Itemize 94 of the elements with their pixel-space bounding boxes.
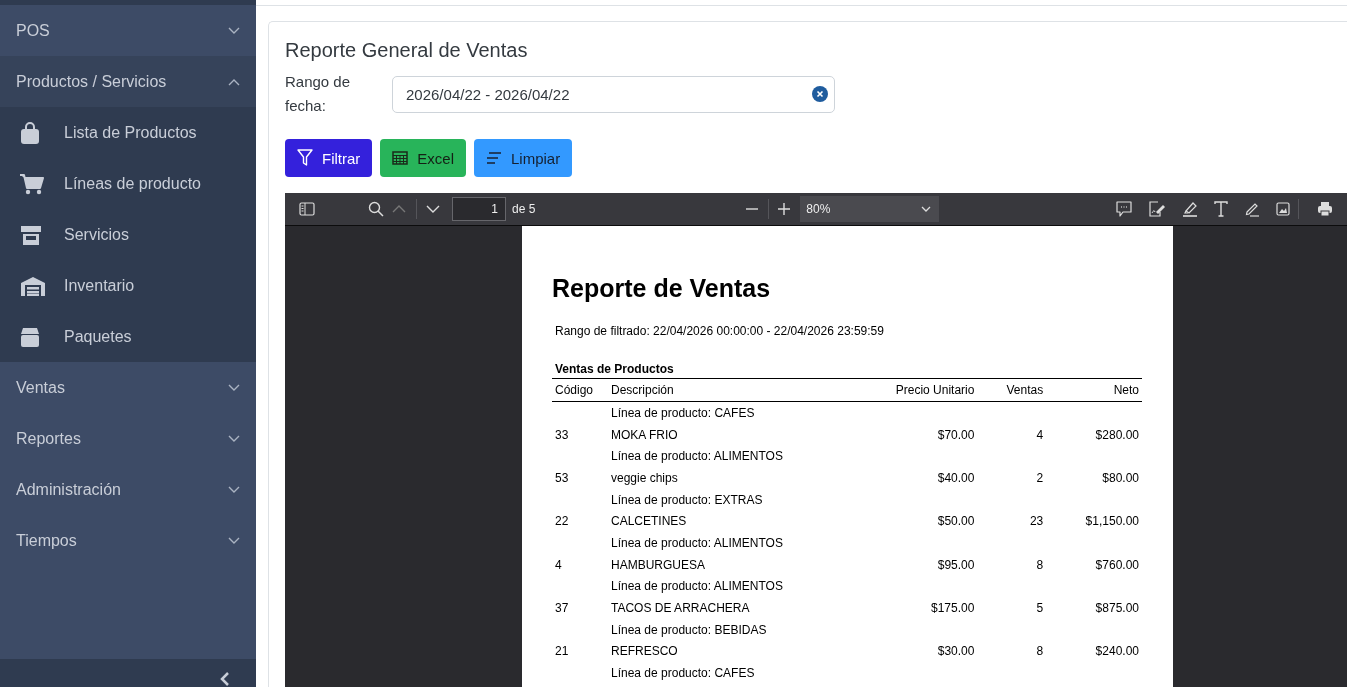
sidebar-group[interactable]: Administración (0, 464, 256, 515)
table-cell-text: $875.00 (1094, 600, 1140, 618)
filter-button[interactable]: Filtrar (285, 139, 373, 177)
filter-range-text: Rango de filtrado: 22/04/2026 00:00:00 - 22/04/2026 23:59:59 (555, 324, 885, 338)
sidebar-item[interactable]: Servicios (0, 209, 256, 260)
table-cell-text: REFRESCO (610, 643, 679, 661)
table-cell-text: 8 (1035, 556, 1045, 574)
table-cell-text: $70.00 (936, 426, 976, 444)
table-cell-text: $1,150.00 (1084, 513, 1140, 531)
zoom-select[interactable]: 80% (800, 196, 940, 222)
caret-icon (921, 206, 932, 212)
table-cell-text: $760.00 (1094, 556, 1140, 574)
product-line-label: Línea de producto: CAFES (608, 401, 1142, 424)
image-icon[interactable] (1276, 202, 1290, 216)
table-cell-text: $175.00 (930, 600, 976, 618)
cart-icon (20, 172, 44, 195)
sidebar-group[interactable]: Ventas (0, 362, 256, 413)
product-line-label: Línea de producto: CAFES (610, 665, 756, 683)
chevron-icon (228, 26, 240, 35)
table-cell-text: TACOS DE ARRACHERA (610, 600, 751, 618)
chevron-icon (228, 383, 240, 392)
collapse-icon[interactable] (220, 671, 230, 687)
sidebar-item[interactable]: Lista de Productos (0, 107, 256, 158)
product-line-label: Línea de producto: ALIMENTOS (610, 534, 784, 552)
sidebar-group[interactable]: Tiempos (0, 515, 256, 566)
pen-icon[interactable] (1244, 201, 1260, 217)
product-line-label: Línea de producto: ALIMENTOS (610, 578, 784, 596)
sidebar-item[interactable]: Inventario (0, 260, 256, 311)
zoom-in-icon[interactable] (777, 202, 792, 216)
sidebar-group[interactable]: Reportes (0, 413, 256, 464)
table-cell-text: 8 (1035, 643, 1045, 661)
product-line-label: Línea de producto: EXTRAS (610, 491, 764, 509)
page-number-field[interactable]: 1 (452, 197, 506, 221)
highlighter-icon[interactable] (1182, 201, 1198, 217)
table-cell-text: $240.00 (1094, 643, 1140, 661)
lines-icon (486, 152, 502, 164)
table-cell-text: 5 (1035, 600, 1045, 618)
section-heading: Ventas de Productos (555, 362, 675, 376)
column-header: Descripción (608, 378, 841, 402)
chevron-icon (228, 536, 240, 545)
search-icon[interactable] (368, 201, 384, 217)
table-cell-text: $30.00 (936, 643, 976, 661)
table-cell-text: 21 (554, 643, 570, 661)
product-line-label: Línea de producto: ALIMENTOS (610, 448, 784, 466)
next-page-icon[interactable] (425, 204, 441, 214)
comment-icon[interactable] (1116, 201, 1132, 217)
print-icon[interactable] (1317, 201, 1333, 217)
table-cell-text: $80.00 (1101, 469, 1140, 487)
table-cell-text: MOKA FRIO (610, 426, 679, 444)
table-cell-text: 4 (554, 556, 563, 574)
column-header: Ventas (977, 378, 1047, 402)
table-cell-text: 2 (1035, 469, 1045, 487)
product-line-label: Línea de producto: BEBIDAS (610, 621, 768, 639)
sidebar-toggle-icon[interactable] (299, 202, 315, 216)
table-cell-text: CALCETINES (610, 513, 688, 531)
signature-icon[interactable] (1148, 201, 1166, 217)
column-header: Precio Unitario (840, 378, 978, 402)
date-range-field[interactable]: 2026/04/22 - 2026/04/22 (392, 75, 835, 113)
spreadsheet-icon (392, 151, 409, 165)
bag-icon (20, 121, 40, 144)
filter-icon (297, 149, 313, 167)
report-title: Reporte de Ventas (552, 274, 772, 303)
page-count: de 5 (512, 202, 536, 216)
sidebar-group[interactable]: POS (0, 5, 256, 56)
column-header: Código (552, 378, 608, 402)
table-cell-text: 4 (1035, 426, 1045, 444)
table-cell-text: 37 (554, 600, 570, 618)
table-cell-text: 23 (1028, 513, 1045, 531)
table-cell-text: $280.00 (1094, 426, 1140, 444)
table-cell-text: 33 (554, 426, 570, 444)
excel-button[interactable]: Excel (380, 139, 466, 177)
box-icon (20, 326, 40, 347)
column-header: Neto (1046, 378, 1142, 402)
table-cell-text: $50.00 (936, 513, 976, 531)
table-cell-text: veggie chips (610, 469, 679, 487)
text-tool-icon[interactable] (1214, 201, 1228, 217)
table-cell-text: $95.00 (936, 556, 976, 574)
table-cell-text: 53 (554, 469, 570, 487)
chevron-icon (228, 434, 240, 443)
sidebar-item[interactable]: Líneas de producto (0, 158, 256, 209)
previous-page-icon[interactable] (391, 204, 407, 214)
store-icon (20, 224, 42, 245)
table-cell-text: HAMBURGUESA (610, 556, 706, 574)
sidebar-item[interactable]: Paquetes (0, 311, 256, 362)
card-title: Reporte General de Ventas (285, 39, 529, 62)
sidebar-group[interactable]: Productos / Servicios (0, 56, 256, 107)
chevron-icon (228, 485, 240, 494)
table-cell-text: 22 (554, 513, 570, 531)
warehouse-icon (20, 275, 46, 296)
clear-icon[interactable] (812, 86, 828, 102)
clear-button[interactable]: Limpiar (474, 139, 573, 177)
chevron-icon (228, 77, 240, 86)
table-cell-text: $40.00 (936, 469, 976, 487)
field-label: Rango de fecha: (285, 72, 352, 116)
